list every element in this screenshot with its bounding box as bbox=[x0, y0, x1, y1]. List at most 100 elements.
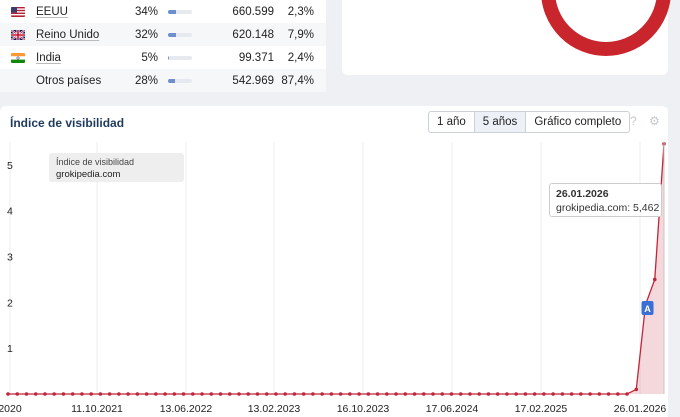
range-5-years-button[interactable]: 5 años bbox=[473, 111, 527, 133]
series-point bbox=[616, 392, 620, 396]
country-share-bar bbox=[168, 78, 192, 83]
country-clicks: 542.969 bbox=[232, 74, 274, 87]
hover-tooltip-value: grokipedia.com: 5,462 bbox=[556, 202, 660, 214]
series-point bbox=[6, 392, 10, 396]
series-point bbox=[542, 392, 546, 396]
legend-tooltip: Índice de visibilidad grokipedia.com bbox=[49, 153, 184, 182]
question-icon[interactable]: ? bbox=[630, 114, 637, 128]
series-point bbox=[551, 392, 555, 396]
series-point bbox=[329, 392, 334, 396]
series-point bbox=[61, 392, 66, 396]
country-percent: 32% bbox=[134, 28, 158, 41]
legend-tooltip-domain: grokipedia.com bbox=[56, 169, 121, 180]
series-point bbox=[597, 392, 602, 396]
us-flag-icon bbox=[11, 6, 25, 17]
country-share: 87,4% bbox=[281, 74, 314, 87]
series-point bbox=[338, 392, 343, 396]
x-tick-label: 26.01.2026 bbox=[614, 403, 667, 415]
series-point bbox=[394, 392, 398, 396]
series-point bbox=[52, 392, 56, 396]
series-point bbox=[477, 392, 482, 396]
x-tick-label: 11.10.2021 bbox=[71, 403, 123, 415]
country-share-bar bbox=[168, 32, 192, 37]
series-point bbox=[357, 392, 361, 396]
range-full-chart-button[interactable]: Gráfico completo bbox=[525, 111, 631, 133]
uk-flag-icon bbox=[11, 29, 25, 40]
series-point bbox=[588, 392, 592, 396]
country-percent: 5% bbox=[141, 51, 158, 64]
x-tick-label: 2020 bbox=[0, 403, 22, 415]
country-name[interactable]: EEUU bbox=[36, 6, 68, 18]
series-point bbox=[181, 392, 186, 396]
series-point bbox=[237, 392, 241, 396]
country-name: Otros países bbox=[36, 74, 102, 87]
series-point bbox=[625, 392, 629, 396]
series-point bbox=[421, 392, 426, 396]
country-row-india[interactable]: India 5% 99.371 2,4% bbox=[0, 46, 326, 69]
series-point bbox=[449, 392, 454, 396]
series-point bbox=[33, 392, 38, 396]
hover-tooltip: 26.01.2026 grokipedia.com: 5,462 bbox=[549, 183, 662, 217]
series-point bbox=[311, 392, 315, 396]
series-point bbox=[283, 392, 287, 396]
series-point bbox=[366, 392, 371, 396]
series-point bbox=[117, 392, 121, 396]
legend-tooltip-title: Índice de visibilidad bbox=[56, 157, 135, 167]
series-point bbox=[218, 392, 223, 396]
series-point bbox=[403, 392, 408, 396]
country-percent: 28% bbox=[134, 74, 158, 87]
country-share: 2,3% bbox=[287, 5, 314, 18]
series-point bbox=[264, 392, 269, 396]
country-row-other: Otros países 28% 542.969 87,4% bbox=[0, 69, 326, 92]
y-tick-label: 4 bbox=[7, 206, 13, 218]
country-name[interactable]: Reino Unido bbox=[36, 29, 99, 41]
series-point bbox=[486, 392, 491, 396]
range-selector: 1 año 5 años Gráfico completo bbox=[428, 111, 631, 133]
country-row-us[interactable]: EEUU 34% 660.599 2,3% bbox=[0, 0, 326, 23]
series-point bbox=[200, 392, 204, 396]
series-point bbox=[98, 392, 103, 396]
gear-icon[interactable]: ⚙ bbox=[649, 114, 660, 128]
series-point bbox=[579, 392, 583, 396]
country-share: 7,9% bbox=[287, 28, 314, 41]
series-point bbox=[24, 392, 29, 396]
x-tick-label: 13.02.2023 bbox=[248, 403, 301, 415]
series-point bbox=[190, 392, 195, 396]
series-point bbox=[560, 392, 565, 396]
x-tick-label: 13.06.2022 bbox=[160, 403, 213, 415]
country-table: EEUU 34% 660.599 2,3% Reino Unido 32% 62… bbox=[0, 0, 326, 92]
x-tick-label: 17.06.2024 bbox=[426, 403, 479, 415]
series-point bbox=[15, 392, 20, 396]
range-1-year-button[interactable]: 1 año bbox=[428, 111, 475, 133]
series-point bbox=[468, 392, 472, 396]
x-tick-label: 17.02.2025 bbox=[515, 403, 568, 415]
country-clicks: 660.599 bbox=[232, 5, 274, 18]
series-point bbox=[385, 392, 389, 396]
country-row-uk[interactable]: Reino Unido 32% 620.148 7,9% bbox=[0, 23, 326, 46]
series-point bbox=[292, 392, 297, 396]
series-point bbox=[514, 392, 518, 396]
country-share: 2,4% bbox=[287, 51, 314, 64]
series-point bbox=[135, 392, 140, 396]
series-point bbox=[569, 392, 574, 396]
country-name[interactable]: India bbox=[36, 52, 61, 64]
series-point bbox=[505, 392, 509, 396]
y-tick-label: 2 bbox=[7, 297, 13, 309]
series-point bbox=[255, 392, 260, 396]
country-clicks: 620.148 bbox=[232, 28, 274, 41]
series-point bbox=[274, 392, 278, 396]
series-point bbox=[652, 277, 657, 282]
series-point bbox=[209, 392, 214, 396]
y-tick-label: 5 bbox=[7, 160, 13, 172]
series-point bbox=[163, 392, 167, 396]
series-point bbox=[431, 392, 435, 396]
india-flag-icon bbox=[11, 52, 25, 63]
y-tick-label: 3 bbox=[7, 252, 13, 264]
series-point bbox=[495, 392, 500, 396]
donut-chart bbox=[541, 0, 671, 56]
series-point bbox=[227, 392, 232, 396]
country-share-bar bbox=[168, 55, 192, 60]
annotation-marker-label: A bbox=[644, 304, 651, 314]
donut-card bbox=[342, 0, 671, 75]
hover-tooltip-date: 26.01.2026 bbox=[556, 188, 609, 200]
